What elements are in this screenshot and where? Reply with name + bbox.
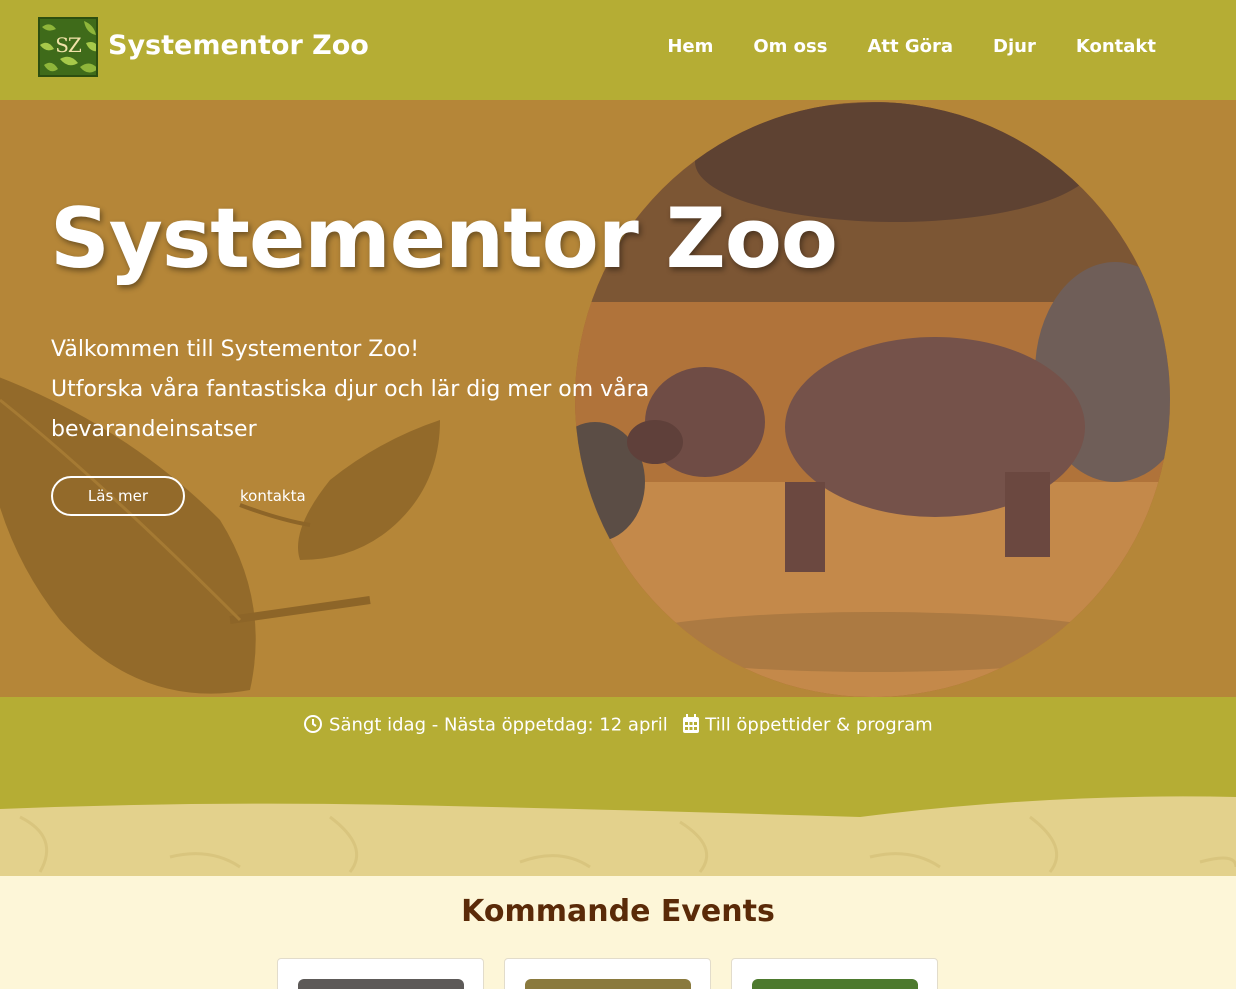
events-section: Kommande Events [0, 876, 1236, 989]
opening-status: Sängt idag - Nästa öppetdag: 12 april Ti… [0, 714, 1236, 736]
main-nav: Hem Om oss Att Göra Djur Kontakt [667, 36, 1156, 57]
brand-name[interactable]: Systementor Zoo [108, 30, 369, 61]
event-card[interactable] [731, 958, 938, 989]
hero-description: Utforska våra fantastiska djur och lär d… [51, 377, 650, 442]
hero-subtitle: Välkommen till Systementor Zoo! Utforska… [51, 330, 691, 450]
closed-today-text: Sängt idag - Nästa öppetdag: 12 april [329, 714, 668, 736]
site-header: SZ Systementor Zoo Hem Om oss Att Göra D… [0, 0, 1236, 100]
nav-item-om-oss[interactable]: Om oss [753, 36, 827, 57]
logo-monogram: SZ [55, 33, 82, 57]
contact-link[interactable]: kontakta [240, 487, 306, 505]
read-more-button[interactable]: Läs mer [51, 476, 185, 516]
calendar-icon [682, 714, 706, 736]
nav-item-kontakt[interactable]: Kontakt [1076, 36, 1156, 57]
status-band: Sängt idag - Nästa öppetdag: 12 april Ti… [0, 697, 1236, 877]
nav-item-hem[interactable]: Hem [667, 36, 713, 57]
clock-icon [303, 715, 329, 736]
event-card[interactable] [277, 958, 484, 989]
event-image [752, 979, 918, 989]
nav-item-att-gora[interactable]: Att Göra [867, 36, 953, 57]
events-heading: Kommande Events [461, 894, 775, 929]
hero-title: Systementor Zoo [50, 190, 838, 287]
event-image [298, 979, 464, 989]
event-image [525, 979, 691, 989]
hero-section: Systementor Zoo Välkommen till Systement… [0, 100, 1236, 697]
program-link[interactable]: Till öppettider & program [705, 715, 932, 736]
zoo-logo[interactable]: SZ [38, 17, 98, 77]
event-card[interactable] [504, 958, 711, 989]
nav-item-djur[interactable]: Djur [993, 36, 1036, 57]
hero-welcome-line: Välkommen till Systementor Zoo! [51, 337, 420, 362]
